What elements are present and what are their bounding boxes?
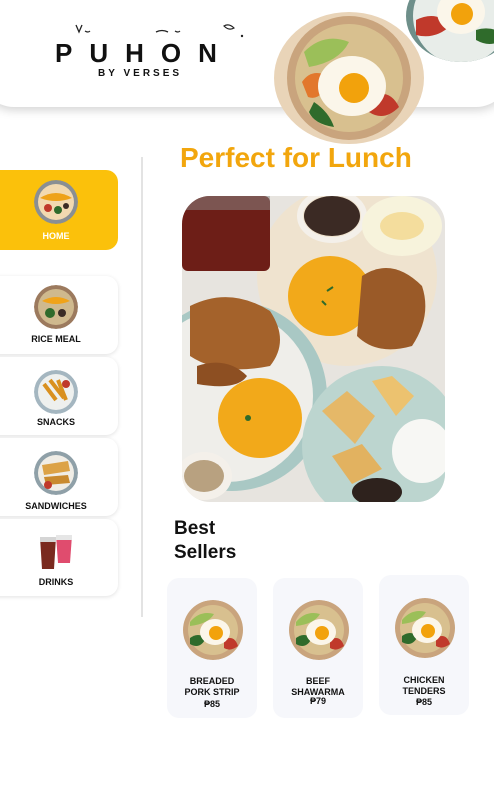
best-sellers-heading: Best Sellers [174,517,236,565]
bowl-icon [34,180,78,224]
brand-logo[interactable]: PUHON BY VERSES [52,22,252,86]
page-title: Perfect for Lunch [180,142,412,173]
snacks-icon [34,370,78,414]
product-image [394,598,456,658]
sidebar-item-label: SNACKS [36,417,75,427]
section-title-line2: Sellers [174,542,237,563]
drinks-icon [34,529,78,573]
brand-name: PUHON [55,38,234,68]
sandwich-icon [34,451,78,495]
product-card-breaded-pork-strip[interactable]: BREADED PORK STRIP ₱85 [167,578,257,718]
product-name: BREADED PORK STRIP [184,676,240,697]
sidebar-item-label: HOME [42,231,70,241]
product-name: BEEF SHAWARMA [291,676,345,697]
product-image [288,600,350,660]
brand-tagline: BY VERSES [98,68,183,79]
product-card-beef-shawarma[interactable]: BEEF SHAWARMA ₱79 [273,578,363,718]
sidebar-item-snacks[interactable]: SNACKS [0,357,118,435]
sidebar-item-label: RICE MEAL [31,334,81,344]
sidebar-item-label: DRINKS [38,577,74,587]
product-card-chicken-tenders[interactable]: CHICKEN TENDERS ₱85 [379,575,469,715]
product-name: CHICKEN TENDERS [402,675,446,696]
product-price: ₱85 [203,699,220,709]
product-price: ₱85 [415,697,432,707]
hero-food-image[interactable] [182,196,445,502]
sidebar-item-sandwiches[interactable]: SANDWICHES [0,438,118,516]
sidebar-item-drinks[interactable]: DRINKS [0,519,118,596]
header-dish-image [274,12,424,144]
sidebar-item-rice-meal[interactable]: RICE MEAL [0,276,118,354]
product-price: ₱79 [309,696,326,706]
sidebar-item-label: SANDWICHES [25,501,87,511]
product-image [182,600,244,660]
sidebar-item-home[interactable]: HOME [0,170,118,250]
sidebar-divider [141,157,143,617]
rice-bowl-icon [34,285,78,329]
section-title-line1: Best [174,518,216,539]
